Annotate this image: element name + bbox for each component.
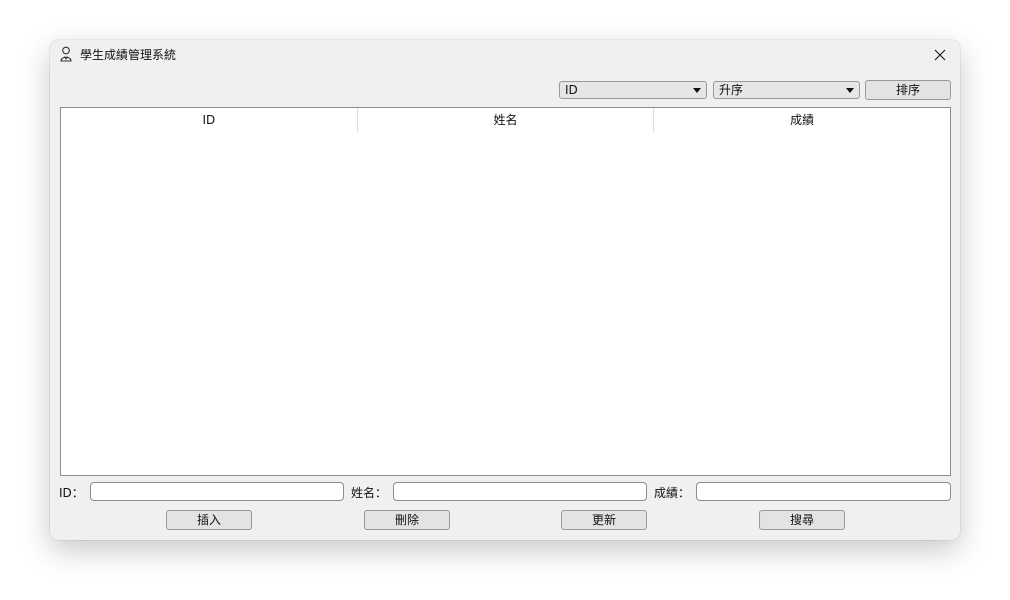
delete-button[interactable]: 刪除 <box>364 510 450 530</box>
update-button[interactable]: 更新 <box>561 510 647 530</box>
dropdown-arrow-icon <box>693 88 701 93</box>
name-label: 姓名： <box>351 486 388 500</box>
sort-field-select[interactable]: ID <box>559 81 707 99</box>
score-field[interactable] <box>696 482 951 501</box>
sort-order-value: 升序 <box>719 83 744 97</box>
sort-button[interactable]: 排序 <box>865 80 951 100</box>
window-title: 學生成績管理系統 <box>80 48 177 62</box>
student-table[interactable]: ID 姓名 成績 <box>60 107 951 476</box>
score-label: 成績： <box>654 486 691 500</box>
sort-field-value: ID <box>565 83 578 97</box>
title-bar: 學生成績管理系統 <box>50 40 960 70</box>
column-header-name[interactable]: 姓名 <box>358 108 655 132</box>
column-header-id[interactable]: ID <box>61 108 358 132</box>
dropdown-arrow-icon <box>846 88 854 93</box>
id-label: ID： <box>59 486 84 500</box>
close-button[interactable] <box>926 44 954 66</box>
name-field[interactable] <box>393 482 647 501</box>
column-header-score[interactable]: 成績 <box>654 108 950 132</box>
id-field[interactable] <box>90 482 344 501</box>
insert-button[interactable]: 插入 <box>166 510 252 530</box>
student-icon <box>59 46 73 62</box>
sort-order-select[interactable]: 升序 <box>713 81 860 99</box>
search-button[interactable]: 搜尋 <box>759 510 845 530</box>
table-header: ID 姓名 成績 <box>61 108 950 132</box>
close-icon <box>934 49 946 61</box>
app-window: 學生成績管理系統 ID 升序 排序 ID 姓名 成績 ID： 姓名： 成績： 插… <box>50 40 960 540</box>
